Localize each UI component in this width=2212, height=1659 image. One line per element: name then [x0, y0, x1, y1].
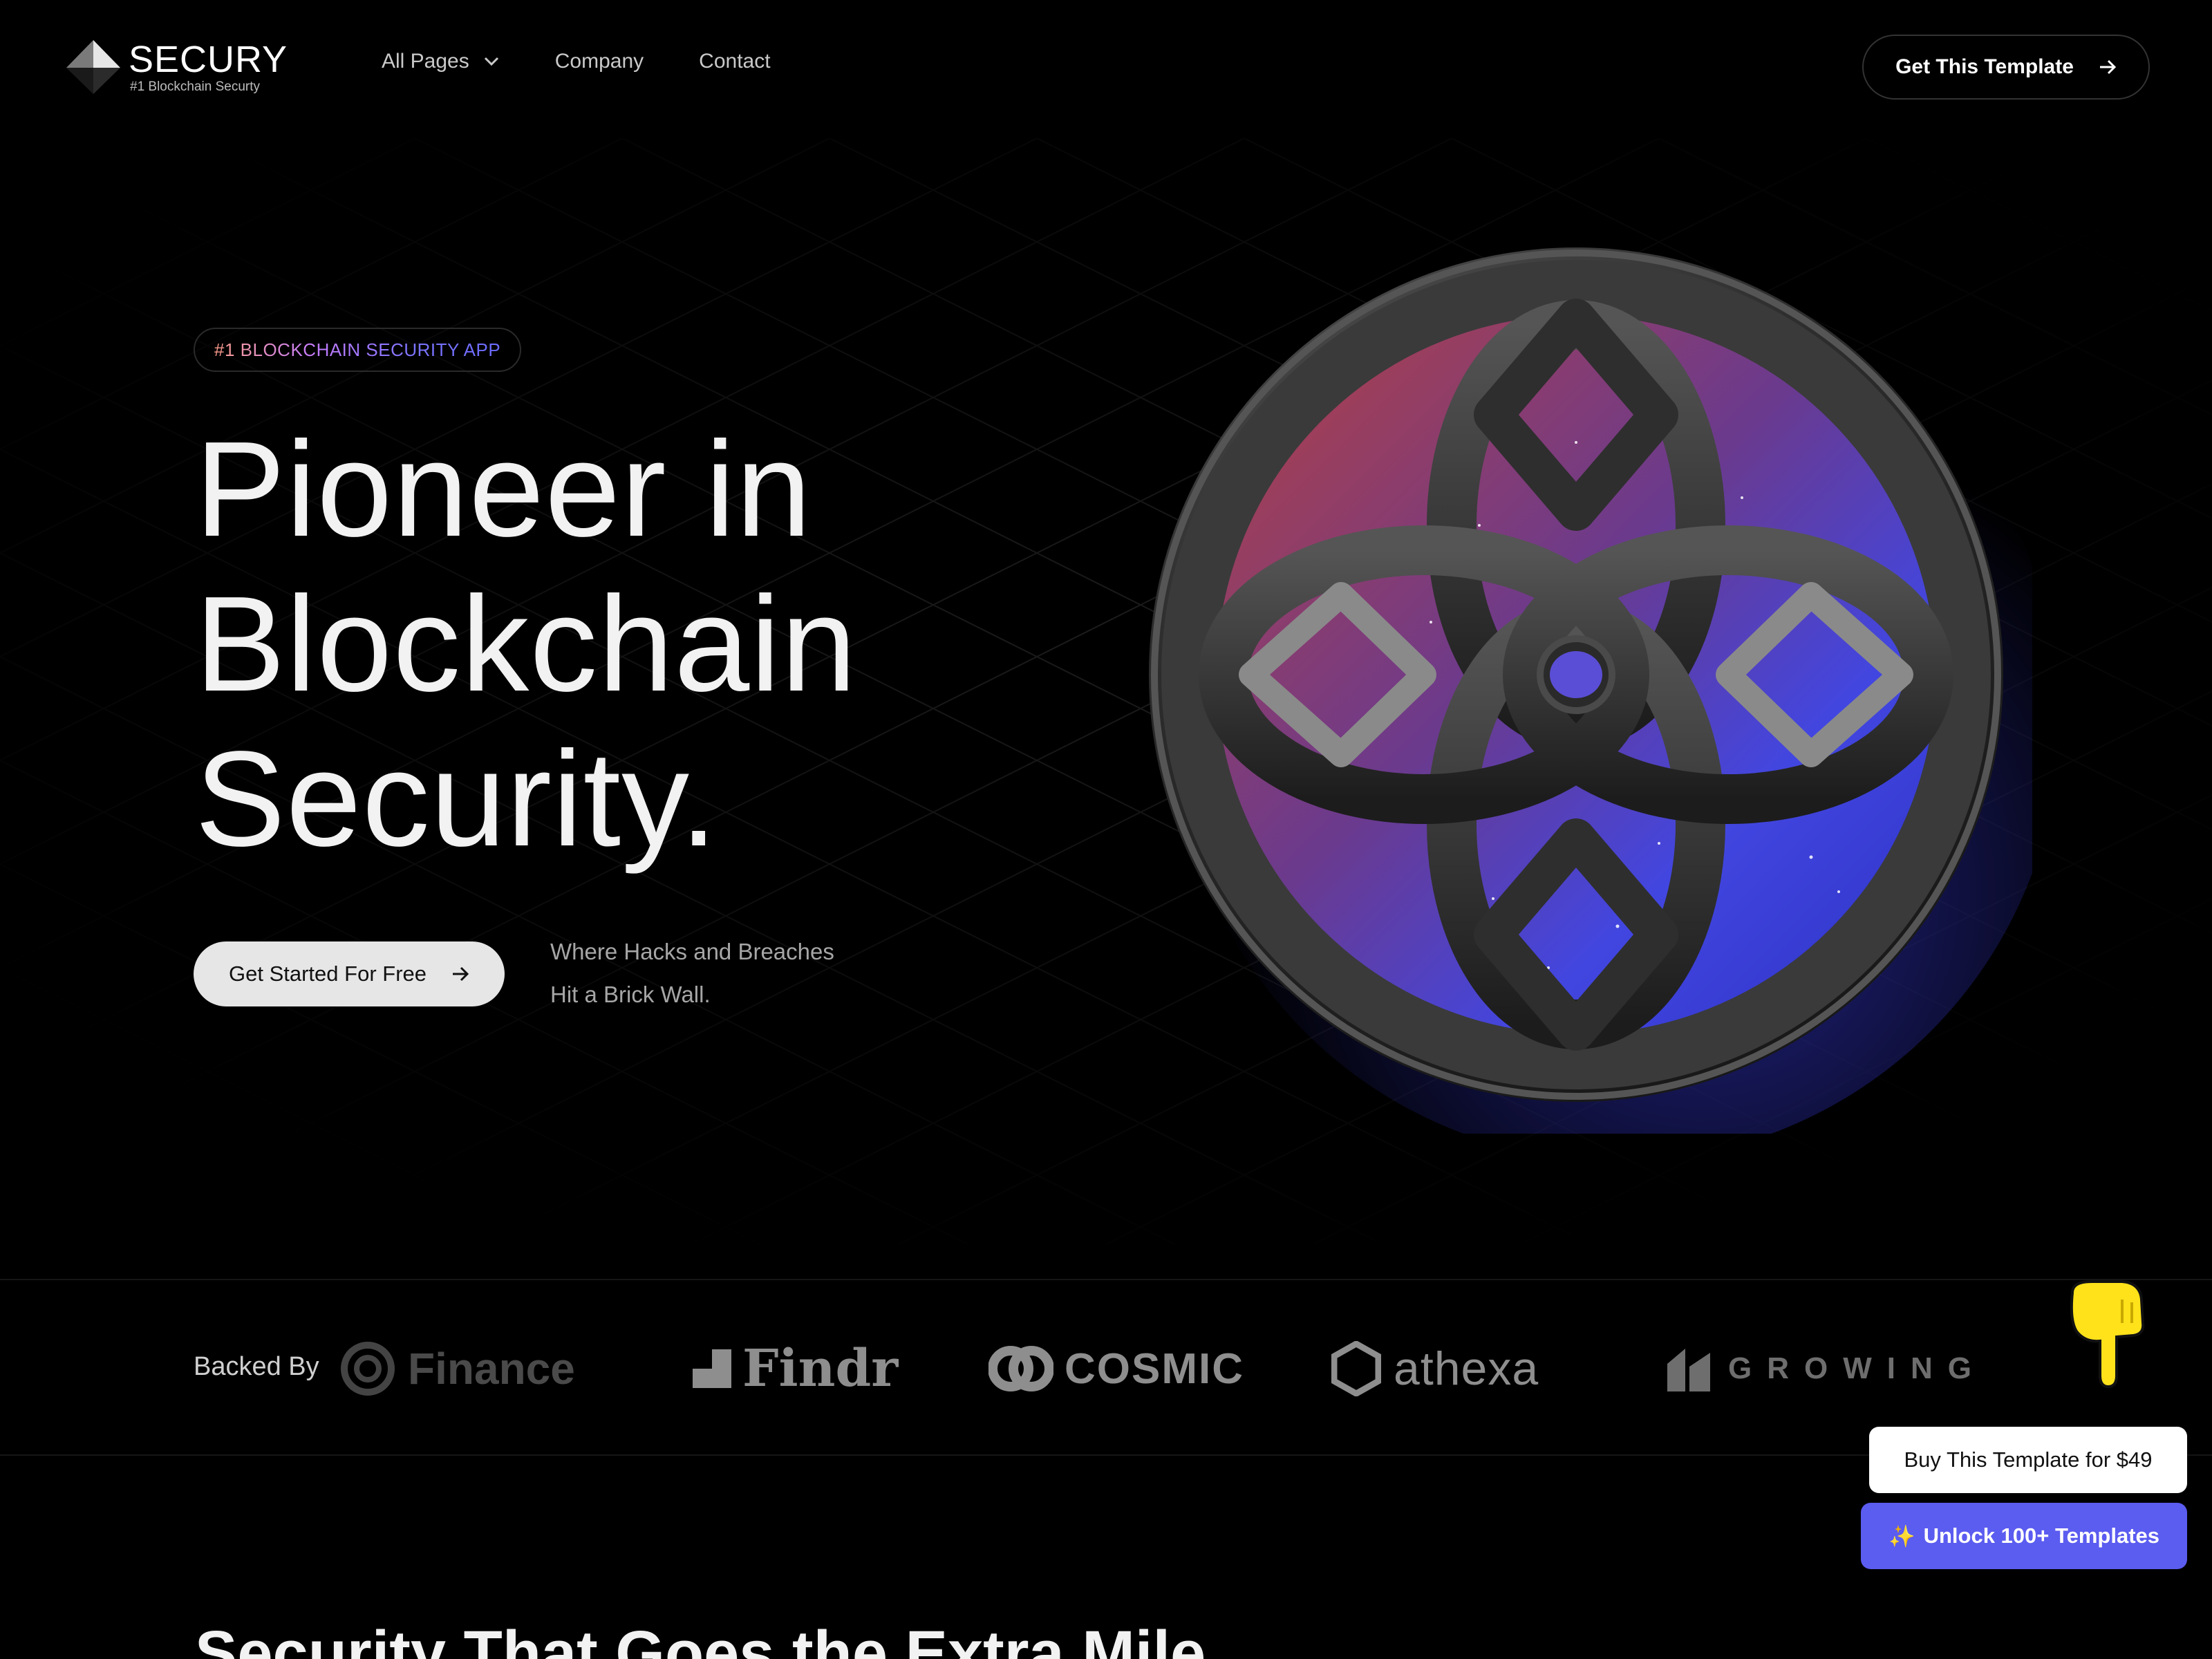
unlock-templates-button[interactable]: ✨ Unlock 100+ Templates — [1861, 1503, 2187, 1569]
nav-link-label: All Pages — [382, 50, 469, 73]
hand-pointing-down-icon — [2070, 1280, 2145, 1389]
hero-badge-label: #1 BLOCKCHAIN SECURITY APP — [214, 339, 501, 360]
findr-logo-icon — [693, 1349, 731, 1388]
nav-link-label: Company — [554, 50, 644, 73]
unlock-templates-label: Unlock 100+ Templates — [1923, 1524, 2160, 1548]
hero-subtitle-line: Hit a Brick Wall. — [550, 982, 711, 1007]
get-template-label: Get This Template — [1895, 55, 2074, 78]
get-started-label: Get Started For Free — [229, 962, 427, 986]
brand-name: Findr — [742, 1339, 899, 1398]
backed-by-label: Backed By — [194, 1352, 319, 1381]
logo-tagline: #1 Blockchain Securty — [130, 79, 260, 94]
brand-growing-logo: GROWING — [1665, 1320, 1987, 1417]
nav-link-all-pages[interactable]: All Pages — [382, 50, 500, 73]
arrow-right-icon — [2099, 59, 2117, 75]
hero-subtitle-line: Where Hacks and Breaches — [550, 939, 834, 964]
hero-title-line: Security. — [195, 723, 718, 874]
top-navbar: SECURY #1 Blockchain Securty All Pages C… — [0, 0, 2212, 134]
buy-template-button[interactable]: Buy This Template for $49 — [1869, 1427, 2187, 1493]
get-started-button[interactable]: Get Started For Free — [194, 941, 505, 1006]
nav-link-company[interactable]: Company — [555, 50, 644, 73]
brand-name: GROWING — [1728, 1351, 1987, 1385]
athexa-logo-icon — [1331, 1341, 1381, 1396]
brand-athexa-logo: athexa — [1331, 1320, 1539, 1417]
hero-title-line: Pioneer in — [195, 413, 812, 565]
nav-links: All Pages Company Contact — [382, 50, 826, 73]
buy-template-label: Buy This Template for $49 — [1904, 1447, 2153, 1472]
logo-mark-icon — [66, 40, 120, 94]
get-template-button[interactable]: Get This Template — [1862, 35, 2150, 100]
hero-subtitle: Where Hacks and Breaches Hit a Brick Wal… — [550, 930, 937, 1016]
brand-finance-logo: Finance — [339, 1320, 575, 1417]
security-orb-illustration — [1149, 247, 2032, 1134]
brand-cosmic-logo: COSMIC — [988, 1320, 1244, 1417]
brand-findr-logo: Findr — [693, 1320, 898, 1417]
hero-badge: #1 BLOCKCHAIN SECURITY APP — [194, 328, 522, 372]
chevron-down-icon — [484, 57, 498, 66]
brand-name: Finance — [408, 1344, 575, 1394]
cosmic-logo-icon — [988, 1346, 1053, 1391]
section-title: Security That Goes the Extra Mile — [195, 1618, 1206, 1659]
arrow-right-icon — [453, 966, 469, 982]
nav-link-contact[interactable]: Contact — [699, 50, 770, 73]
sparkles-icon: ✨ — [1888, 1524, 1915, 1548]
hero-title: Pioneer in Blockchain Security. — [195, 412, 1024, 877]
logo-name: SECURY — [129, 39, 288, 80]
brand-name: athexa — [1394, 1342, 1539, 1395]
logo[interactable]: SECURY #1 Blockchain Securty — [64, 36, 288, 98]
finance-logo-icon — [341, 1342, 395, 1396]
brand-name: COSMIC — [1065, 1344, 1244, 1393]
growing-logo-icon — [1667, 1349, 1710, 1391]
hero-title-line: Blockchain — [195, 568, 857, 720]
nav-link-label: Contact — [699, 50, 771, 73]
